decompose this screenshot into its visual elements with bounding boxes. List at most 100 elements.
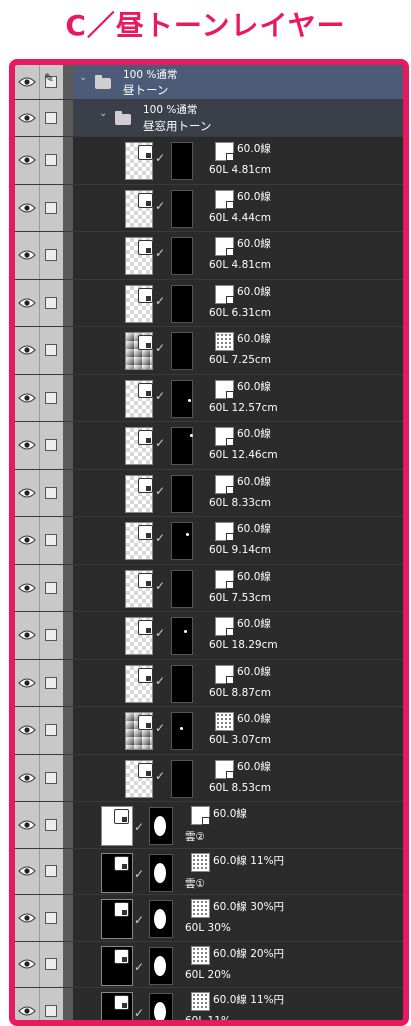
lock-checkbox[interactable] — [45, 581, 57, 594]
lock-checkbox[interactable] — [45, 391, 57, 404]
eye-icon[interactable] — [18, 297, 36, 309]
layer-row[interactable]: ✓ 60.0線 60L 8.87cm — [15, 659, 403, 707]
layer-row[interactable]: ✓ 60.0線 60L 4.81cm — [15, 137, 403, 185]
layer-content[interactable]: ✓ 60.0線 60L 9.14cm — [73, 517, 403, 564]
layer-thumbnail — [125, 189, 153, 228]
lock-checkbox[interactable] — [45, 344, 57, 357]
eye-icon[interactable] — [18, 772, 36, 784]
lock-checkbox[interactable] — [45, 201, 57, 214]
tone-line-count: 60.0線 — [237, 238, 271, 250]
layer-content[interactable]: ✓ 60.0線 60L 8.53cm — [73, 754, 403, 801]
layer-row[interactable]: ✓ 60.0線 60L 7.53cm — [15, 564, 403, 612]
lock-checkbox[interactable] — [45, 629, 57, 642]
lock-checkbox[interactable] — [45, 818, 57, 831]
layer-content[interactable]: ✓ 60.0線 60L 12.46cm — [73, 422, 403, 469]
layer-row[interactable]: ✓ 60.0線 60L 3.07cm — [15, 707, 403, 755]
lock-checkbox[interactable] — [45, 724, 57, 737]
tone-line-count: 60.0線 — [237, 665, 271, 678]
eye-icon[interactable] — [18, 534, 36, 546]
layer-name: 60L 8.33cm — [209, 496, 271, 509]
layer-row[interactable]: ✓ 60.0線 60L 6.31cm — [15, 279, 403, 327]
layer-row[interactable]: ✓ 60.0線 60L 4.81cm — [15, 232, 403, 280]
lock-checkbox[interactable] — [45, 534, 57, 547]
layer-row[interactable]: ✓ 60.0線 60L 8.33cm — [15, 469, 403, 517]
lock-checkbox[interactable] — [45, 771, 57, 784]
layer-content[interactable]: ✓ 60.0線 60L 6.31cm — [73, 279, 403, 326]
layer-content[interactable]: ✓ 60.0線 60L 18.29cm — [73, 612, 403, 659]
lock-checkbox[interactable] — [45, 249, 57, 262]
layer-row[interactable]: ✓ 60.0線 11%円 60L 11% — [15, 988, 403, 1020]
eye-icon[interactable] — [18, 912, 36, 924]
folder-blend-mode: 100 %通常 — [123, 69, 178, 81]
layer-row[interactable]: ✓ 60.0線 60L 7.25cm — [15, 327, 403, 375]
layer-content[interactable]: ✓ 60.0線 60L 12.57cm — [73, 374, 403, 421]
folder-row[interactable]: ⌄ 100 %通常 昼窓用トーン — [15, 100, 403, 137]
lock-checkbox[interactable] — [45, 676, 57, 689]
eye-icon[interactable] — [18, 112, 36, 124]
layer-content[interactable]: ⌄ 100 %通常 昼トーン — [73, 65, 403, 99]
eye-icon[interactable] — [18, 202, 36, 214]
eye-icon[interactable] — [18, 154, 36, 166]
layer-content[interactable]: ✓ 60.0線 雲② — [73, 802, 403, 848]
layer-thumbnail — [125, 332, 153, 370]
layer-row[interactable]: ✓ 60.0線 60L 9.14cm — [15, 517, 403, 565]
layer-content[interactable]: ✓ 60.0線 60L 3.07cm — [73, 707, 403, 754]
folder-row[interactable]: ⌄ 100 %通常 昼トーン ✎ — [15, 65, 403, 100]
lock-checkbox[interactable] — [45, 439, 57, 452]
tone-layer-icon — [138, 525, 153, 540]
eye-icon[interactable] — [18, 629, 36, 641]
layer-content[interactable]: ✓ 60.0線 60L 8.87cm — [73, 659, 403, 706]
lock-checkbox[interactable] — [45, 296, 57, 309]
eye-icon[interactable] — [18, 724, 36, 736]
layer-mask-thumbnail — [171, 379, 193, 418]
lock-checkbox[interactable] — [45, 911, 57, 924]
lock-checkbox[interactable] — [45, 112, 57, 124]
eye-icon[interactable] — [18, 1005, 36, 1017]
tone-line-count: 60.0線 — [213, 808, 247, 820]
layer-content[interactable]: ✓ 60.0線 60L 4.44cm — [73, 184, 403, 231]
layer-content[interactable]: ✓ 60.0線 60L 7.53cm — [73, 564, 403, 611]
layer-mask-thumbnail — [171, 142, 193, 180]
layer-content[interactable]: ✓ 60.0線 20%円 60L 20% — [73, 941, 403, 987]
layer-row[interactable]: ✓ 60.0線 20%円 60L 20% — [15, 941, 403, 988]
eye-icon[interactable] — [18, 249, 36, 261]
layer-content[interactable]: ✓ 60.0線 11%円 雲① — [73, 848, 403, 894]
lock-checkbox[interactable] — [45, 154, 57, 167]
lock-checkbox[interactable] — [45, 958, 57, 971]
eye-icon[interactable] — [18, 487, 36, 499]
layer-row[interactable]: ✓ 60.0線 60L 12.57cm — [15, 374, 403, 422]
layer-content[interactable]: ✓ 60.0線 60L 4.81cm — [73, 232, 403, 279]
layer-name: 60L 7.25cm — [209, 354, 271, 366]
layer-content[interactable]: ✓ 60.0線 11%円 60L 11% — [73, 988, 403, 1020]
lock-checkbox[interactable] — [45, 486, 57, 499]
lock-checkbox[interactable] — [45, 865, 57, 878]
layer-row[interactable]: ✓ 60.0線 雲② — [15, 802, 403, 849]
layer-content[interactable]: ✓ 60.0線 30%円 60L 30% — [73, 895, 403, 941]
eye-icon[interactable] — [18, 76, 36, 88]
mask-link-icon: ✓ — [155, 246, 166, 260]
mask-link-icon: ✓ — [155, 388, 166, 403]
layer-row[interactable]: ✓ 60.0線 60L 12.46cm — [15, 422, 403, 470]
eye-icon[interactable] — [18, 958, 36, 970]
layer-content[interactable]: ✓ 60.0線 60L 8.33cm — [73, 469, 403, 516]
layer-content[interactable]: ⌄ 100 %通常 昼窓用トーン — [73, 100, 403, 136]
eye-icon[interactable] — [18, 819, 36, 831]
layer-content[interactable]: ✓ 60.0線 60L 4.81cm — [73, 137, 403, 184]
layer-row[interactable]: ✓ 60.0線 11%円 雲① — [15, 848, 403, 895]
lock-checkbox[interactable] — [45, 1004, 57, 1017]
eye-icon[interactable] — [18, 865, 36, 877]
layer-row[interactable]: ✓ 60.0線 30%円 60L 30% — [15, 895, 403, 942]
chevron-down-icon[interactable]: ⌄ — [79, 72, 87, 83]
eye-icon[interactable] — [18, 439, 36, 451]
eye-icon[interactable] — [18, 344, 36, 356]
eye-icon[interactable] — [18, 582, 36, 594]
layer-row[interactable]: ✓ 60.0線 60L 4.44cm — [15, 184, 403, 232]
layer-row[interactable]: ✓ 60.0線 60L 18.29cm — [15, 612, 403, 660]
chevron-down-icon[interactable]: ⌄ — [99, 108, 107, 119]
layer-row[interactable]: ✓ 60.0線 60L 8.53cm — [15, 754, 403, 802]
tone-line-count: 60.0線 — [237, 523, 271, 535]
layer-mask-thumbnail — [171, 617, 193, 655]
eye-icon[interactable] — [18, 677, 36, 689]
layer-content[interactable]: ✓ 60.0線 60L 7.25cm — [73, 327, 403, 374]
eye-icon[interactable] — [18, 392, 36, 404]
